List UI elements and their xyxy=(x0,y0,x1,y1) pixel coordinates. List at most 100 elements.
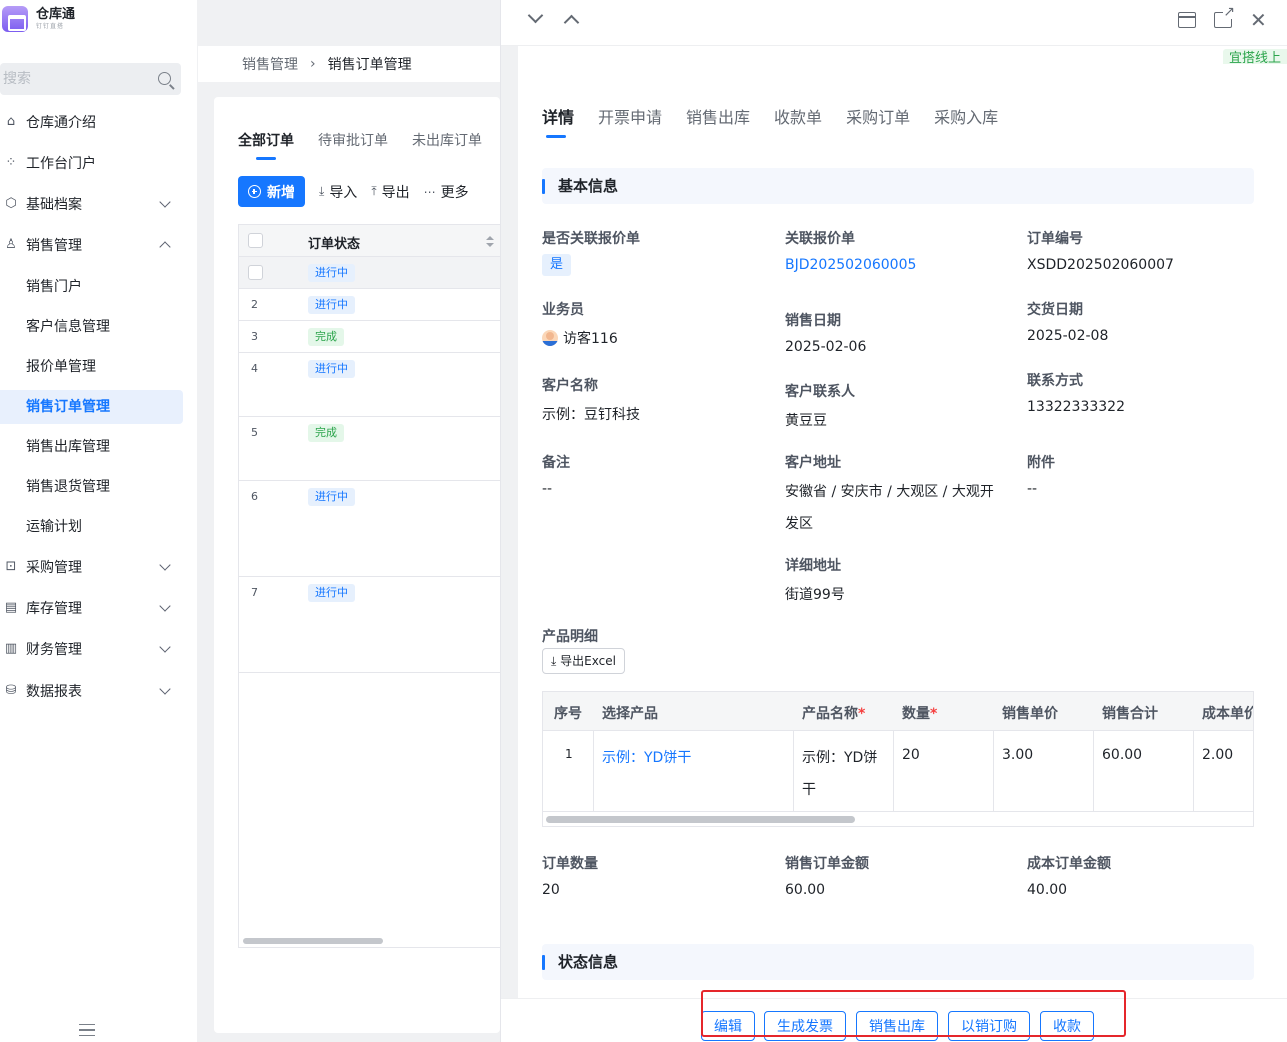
next-record-icon[interactable] xyxy=(527,7,544,24)
sale-date-value: 2025-02-06 xyxy=(785,339,867,355)
open-window-icon[interactable] xyxy=(1178,12,1196,28)
app-logo[interactable]: 仓库通 钉钉直搭 xyxy=(2,6,75,32)
export-excel-button[interactable]: ⤓ 导出Excel xyxy=(542,648,625,674)
salesman-name: 访客116 xyxy=(563,331,618,347)
warehouse-icon: ▤ xyxy=(4,600,18,615)
generate-invoice-button[interactable]: 生成发票 xyxy=(764,1011,846,1041)
sidebar-item-basic-archive[interactable]: ⬡ 基础档案 xyxy=(0,187,183,221)
prev-record-icon[interactable] xyxy=(563,14,580,31)
breadcrumb-parent[interactable]: 销售管理 xyxy=(242,54,298,74)
row-checkbox[interactable] xyxy=(248,265,263,280)
export-excel-label: 导出Excel xyxy=(560,654,616,668)
cube-icon: ⬡ xyxy=(5,196,17,211)
database-icon: ⛁ xyxy=(5,683,17,698)
column-order-status[interactable]: 订单状态 xyxy=(308,233,360,252)
sidebar-item-sales-returns[interactable]: 销售退货管理 xyxy=(0,470,183,504)
sidebar-item-sales[interactable]: ♙ 销售管理 xyxy=(0,228,183,262)
tab-receipt[interactable]: 收款单 xyxy=(774,104,822,128)
tab-purchase-order[interactable]: 采购订单 xyxy=(846,104,910,128)
sidebar-item-purchase[interactable]: ⊡ 采购管理 xyxy=(0,550,183,584)
search-icon[interactable] xyxy=(158,72,171,85)
sidebar-item-sales-orders[interactable]: 销售订单管理 xyxy=(0,390,183,424)
sidebar-search[interactable] xyxy=(0,63,181,95)
app-subtitle: 钉钉直搭 xyxy=(36,23,65,30)
sidebar-item-label: 基础档案 xyxy=(26,197,82,213)
sidebar-item-transport-plan[interactable]: 运输计划 xyxy=(0,510,183,544)
product-table-scrollbar[interactable] xyxy=(546,816,855,823)
sidebar-item-portal[interactable]: ⁘ 工作台门户 xyxy=(0,146,183,180)
delivery-date-value: 2025-02-08 xyxy=(1027,328,1109,344)
horizontal-scrollbar[interactable] xyxy=(243,938,383,944)
sidebar-item-reports[interactable]: ⛁ 数据报表 xyxy=(0,674,183,708)
import-button[interactable]: ⤓ 导入 xyxy=(319,182,357,202)
col-divider xyxy=(593,731,594,811)
quote-no-link[interactable]: BJD202502060005 xyxy=(785,257,916,273)
tab-all-orders[interactable]: 全部订单 xyxy=(238,130,294,160)
chevron-down-icon xyxy=(159,559,171,571)
user-icon: ♙ xyxy=(5,237,17,252)
purchase-by-sales-button[interactable]: 以销订购 xyxy=(948,1011,1030,1041)
import-label: 导入 xyxy=(329,184,358,201)
table-row[interactable]: 2 进行中 xyxy=(239,289,500,321)
download-icon: ⤓ xyxy=(319,184,325,198)
sidebar-item-finance[interactable]: ▥ 财务管理 xyxy=(0,632,183,666)
tab-details[interactable]: 详情 xyxy=(542,104,574,138)
remark-label: 备注 xyxy=(542,455,570,471)
table-row[interactable]: 6 进行中 xyxy=(239,481,500,577)
edit-button[interactable]: 编辑 xyxy=(701,1011,755,1041)
address-label: 客户地址 xyxy=(785,455,841,471)
app-name: 仓库通 xyxy=(36,7,76,22)
tab-purchase-inbound[interactable]: 采购入库 xyxy=(934,104,998,128)
table-row[interactable]: 4 进行中 xyxy=(239,353,500,417)
col-divider xyxy=(993,731,994,811)
add-order-button[interactable]: 新增 xyxy=(238,176,305,207)
export-button[interactable]: ⤒ 导出 xyxy=(371,182,409,202)
table-row[interactable]: 3 完成 xyxy=(239,321,500,353)
sort-icon[interactable] xyxy=(486,236,494,247)
tab-invoice-request[interactable]: 开票申请 xyxy=(598,104,662,128)
close-icon[interactable]: ✕ xyxy=(1250,10,1268,30)
external-link-icon[interactable] xyxy=(1214,5,1236,28)
product-qty: 20 xyxy=(902,747,920,763)
tab-sales-outbound[interactable]: 销售出库 xyxy=(686,104,750,128)
table-row[interactable]: 5 完成 xyxy=(239,417,500,481)
salesman-value: 访客116 xyxy=(542,328,618,348)
sales-outbound-button[interactable]: 销售出库 xyxy=(856,1011,938,1041)
table-row[interactable]: 7 进行中 xyxy=(239,577,500,673)
phone-value: 13322333322 xyxy=(1027,399,1125,415)
contact-value: 黄豆豆 xyxy=(785,413,827,429)
order-qty-label: 订单数量 xyxy=(542,856,598,872)
search-input[interactable] xyxy=(0,63,140,95)
home-icon: ⌂ xyxy=(6,114,16,129)
sidebar-item-quotes[interactable]: 报价单管理 xyxy=(0,350,183,384)
tab-pending-approval[interactable]: 待审批订单 xyxy=(318,130,388,150)
sidebar-item-inventory[interactable]: ▤ 库存管理 xyxy=(0,591,183,625)
sidebar-item-customer-info[interactable]: 客户信息管理 xyxy=(0,310,183,344)
order-tabs: 全部订单 待审批订单 未出库订单 xyxy=(238,130,500,160)
select-all-checkbox[interactable] xyxy=(248,233,263,248)
sidebar-item-sales-portal[interactable]: 销售门户 xyxy=(0,270,183,304)
table-row[interactable]: 进行中 xyxy=(239,257,500,289)
more-button[interactable]: ⋯ 更多 xyxy=(424,182,469,202)
col-price: 销售单价 xyxy=(1002,706,1058,722)
row-index: 7 xyxy=(251,586,258,599)
sidebar-item-intro[interactable]: ⌂ 仓库通介绍 xyxy=(0,105,183,139)
tab-not-shipped[interactable]: 未出库订单 xyxy=(412,130,482,150)
breadcrumb-current: 销售订单管理 xyxy=(327,57,412,73)
product-link[interactable]: 示例：YD饼干 xyxy=(602,747,691,767)
section-basic-info: 基本信息 xyxy=(542,168,1254,204)
col-divider xyxy=(893,731,894,811)
sidebar-item-sales-outbound[interactable]: 销售出库管理 xyxy=(0,430,183,464)
collapse-menu-icon[interactable] xyxy=(79,1024,95,1036)
sale-date-label: 销售日期 xyxy=(785,313,841,329)
product-name-line1: 示例：YD饼 xyxy=(802,750,878,766)
breadcrumb: 销售管理 › 销售订单管理 xyxy=(198,46,500,82)
col-cost: 成本单价 xyxy=(1202,706,1254,722)
product-total: 60.00 xyxy=(1102,747,1143,763)
delivery-date-label: 交货日期 xyxy=(1027,302,1083,318)
col-divider xyxy=(1093,731,1094,811)
collect-payment-button[interactable]: 收款 xyxy=(1040,1011,1094,1041)
sidebar-item-label: 采购管理 xyxy=(26,560,82,576)
finance-icon: ▥ xyxy=(4,641,18,656)
bag-icon: ⊡ xyxy=(5,559,17,574)
